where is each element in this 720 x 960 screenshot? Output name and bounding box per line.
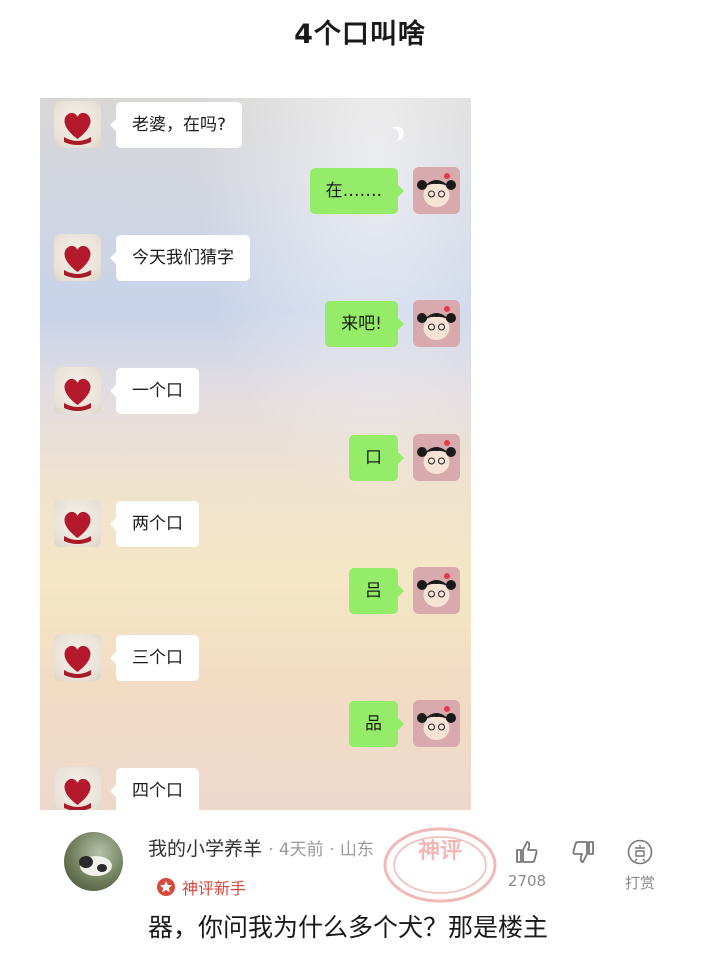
medal-icon (157, 878, 175, 896)
girl-avatar-icon (413, 567, 460, 614)
chat-bubble: 品 (349, 700, 404, 747)
moon-decoration (383, 126, 401, 144)
chat-bubble: 一个口 (110, 367, 199, 414)
girl-avatar-icon (413, 434, 460, 481)
chat-message-left: 一个口 (54, 367, 199, 414)
commenter-badge: 神评新手 (156, 875, 246, 899)
post-title: 4个口叫啥 (294, 19, 426, 50)
heart-avatar-icon (54, 234, 101, 281)
chat-bubble: 吕 (349, 567, 404, 614)
badge-label: 神评新手 (182, 879, 247, 898)
girl-avatar-icon (413, 300, 460, 347)
chat-bubble: 两个口 (110, 500, 199, 547)
chat-bubble: 口 (349, 434, 404, 481)
comment-meta: 我的小学养羊 · 4天前 · 山东 (148, 834, 374, 861)
heart-avatar-icon (54, 367, 101, 414)
girl-avatar-icon (413, 167, 460, 214)
heart-avatar-icon (54, 101, 101, 148)
chat-message-right: 口 (349, 434, 460, 481)
chat-bubble: 老婆，在吗? (109, 101, 243, 148)
chat-message-left: 今天我们猜字 (54, 234, 250, 281)
chat-message-left: 四个口 (54, 767, 199, 810)
dislike-button[interactable] (558, 838, 608, 870)
chat-bubble: 来吧! (325, 300, 404, 347)
heart-avatar-icon (54, 634, 101, 681)
like-button[interactable]: 2708 (502, 838, 552, 890)
chat-message-right: 来吧! (325, 300, 460, 347)
heart-avatar-icon (54, 500, 101, 547)
chat-message-right: 吕 (349, 567, 460, 614)
tip-button[interactable]: 打赏 (615, 838, 665, 893)
chat-message-left: 老婆，在吗? (54, 101, 243, 148)
comment-time-location: · 4天前 · 山东 (268, 840, 374, 860)
commenter-name[interactable]: 我的小学养羊 (148, 838, 262, 860)
chat-bubble: 在……. (309, 167, 405, 214)
thumb-down-icon (572, 841, 594, 863)
chat-message-left: 两个口 (54, 500, 199, 547)
reward-icon (627, 839, 653, 865)
heart-avatar-icon (54, 767, 101, 810)
comment-text: 器，你问我为什么多个犬？那是楼主 (148, 913, 549, 942)
chat-bubble: 四个口 (110, 767, 199, 810)
chat-screenshot: 老婆，在吗? 在……. 今天我们猜字 来吧! 一个口 口 两个口 吕 三个口 品… (40, 98, 471, 810)
chat-bubble: 三个口 (110, 634, 199, 681)
girl-avatar-icon (413, 700, 460, 747)
commenter-avatar[interactable] (64, 832, 123, 891)
like-count: 2708 (507, 872, 547, 890)
stamp-text: 神评 (418, 838, 462, 864)
chat-message-right: 在……. (309, 167, 460, 214)
thumb-up-icon (516, 841, 538, 863)
chat-bubble: 今天我们猜字 (110, 234, 250, 281)
tip-label: 打赏 (624, 874, 655, 892)
comment-item: 我的小学养羊 · 4天前 · 山东 神评新手 神评 2708 打赏 器，你问我为… (0, 820, 720, 960)
chat-message-right: 品 (349, 700, 460, 747)
chat-message-left: 三个口 (54, 634, 199, 681)
god-comment-stamp-icon: 神评 (383, 827, 497, 903)
